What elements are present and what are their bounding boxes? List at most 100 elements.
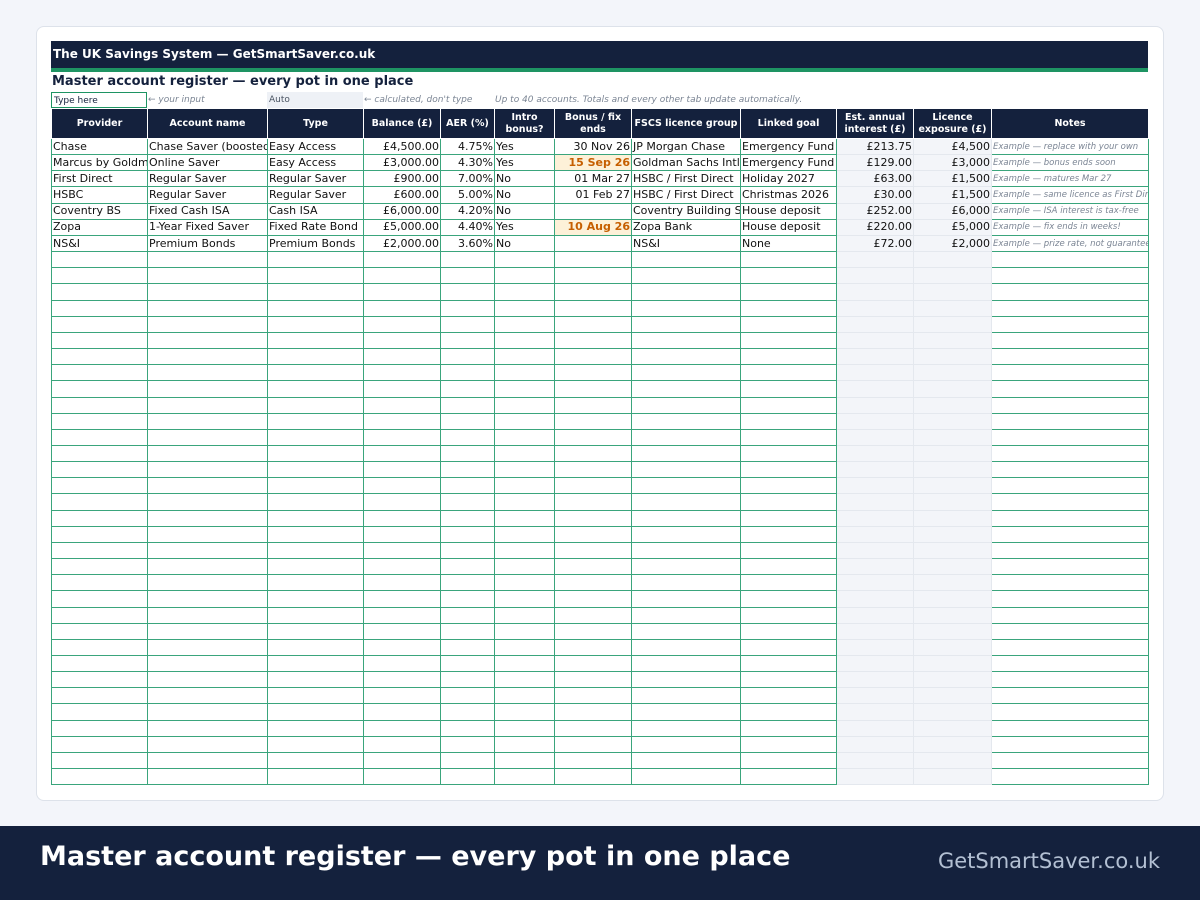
cell-interest[interactable] (836, 364, 914, 382)
cell-fscs[interactable] (631, 606, 741, 624)
cell-exposure[interactable]: £1,500 (913, 186, 992, 204)
cell-interest[interactable]: £30.00 (836, 186, 914, 204)
cell-notes[interactable] (991, 541, 1149, 560)
cell-account[interactable] (147, 315, 268, 333)
cell-type[interactable] (267, 315, 364, 333)
cell-balance[interactable] (363, 687, 441, 705)
cell-exposure[interactable] (913, 735, 992, 753)
cell-exposure[interactable] (913, 380, 992, 398)
cell-fscs[interactable] (631, 331, 741, 350)
cell-balance[interactable] (363, 251, 441, 269)
column-header[interactable]: Est. annual interest (£) (836, 108, 914, 139)
cell-ends[interactable] (554, 622, 632, 640)
cell-goal[interactable] (740, 638, 837, 657)
cell-exposure[interactable] (913, 412, 992, 430)
cell-exposure[interactable] (913, 687, 992, 705)
column-header[interactable]: Balance (£) (363, 108, 441, 139)
cell-aer[interactable] (440, 735, 495, 753)
cell-fscs[interactable] (631, 558, 741, 576)
cell-ends[interactable] (554, 590, 632, 608)
cell-goal[interactable] (740, 348, 837, 366)
cell-balance[interactable] (363, 719, 441, 737)
cell-account[interactable] (147, 703, 268, 721)
cell-balance[interactable] (363, 299, 441, 317)
cell-type[interactable] (267, 768, 364, 786)
cell-type[interactable] (267, 493, 364, 511)
cell-ends[interactable] (554, 380, 632, 398)
cell-account[interactable] (147, 671, 268, 689)
cell-fscs[interactable]: Zopa Bank (631, 218, 741, 236)
cell-goal[interactable] (740, 428, 837, 446)
cell-account[interactable] (147, 461, 268, 479)
cell-fscs[interactable] (631, 267, 741, 285)
cell-fscs[interactable]: JP Morgan Chase (631, 137, 741, 156)
cell-type[interactable] (267, 461, 364, 479)
cell-ends[interactable] (554, 541, 632, 560)
cell-notes[interactable] (991, 735, 1149, 753)
cell-exposure[interactable]: £2,000 (913, 234, 992, 253)
cell-balance[interactable] (363, 558, 441, 576)
cell-type[interactable] (267, 412, 364, 430)
cell-bonus[interactable] (494, 768, 555, 786)
cell-bonus[interactable] (494, 703, 555, 721)
cell-account[interactable] (147, 751, 268, 770)
cell-fscs[interactable] (631, 751, 741, 770)
cell-exposure[interactable] (913, 315, 992, 333)
cell-aer[interactable]: 7.00% (440, 170, 495, 188)
cell-fscs[interactable] (631, 638, 741, 657)
cell-interest[interactable] (836, 380, 914, 398)
cell-fscs[interactable] (631, 299, 741, 317)
cell-fscs[interactable] (631, 461, 741, 479)
cell-interest[interactable] (836, 703, 914, 721)
cell-provider[interactable] (51, 622, 148, 640)
cell-ends[interactable] (554, 251, 632, 269)
column-header[interactable]: Intro bonus? (494, 108, 555, 139)
cell-account[interactable] (147, 768, 268, 786)
cell-bonus[interactable] (494, 751, 555, 770)
cell-ends[interactable] (554, 315, 632, 333)
cell-notes[interactable] (991, 348, 1149, 366)
cell-exposure[interactable] (913, 525, 992, 543)
cell-interest[interactable] (836, 428, 914, 446)
cell-balance[interactable] (363, 751, 441, 770)
cell-account[interactable] (147, 251, 268, 269)
cell-notes[interactable] (991, 444, 1149, 463)
cell-aer[interactable] (440, 638, 495, 657)
cell-notes[interactable] (991, 428, 1149, 446)
cell-bonus[interactable] (494, 654, 555, 673)
cell-provider[interactable] (51, 638, 148, 657)
cell-ends[interactable] (554, 654, 632, 673)
cell-balance[interactable] (363, 509, 441, 527)
cell-type[interactable]: Regular Saver (267, 186, 364, 204)
cell-provider[interactable] (51, 606, 148, 624)
cell-account[interactable] (147, 283, 268, 301)
cell-bonus[interactable] (494, 477, 555, 495)
cell-fscs[interactable] (631, 251, 741, 269)
cell-type[interactable] (267, 606, 364, 624)
column-header[interactable]: Type (267, 108, 364, 139)
cell-interest[interactable] (836, 541, 914, 560)
column-header[interactable]: Bonus / fix ends (554, 108, 632, 139)
cell-type[interactable] (267, 654, 364, 673)
cell-provider[interactable]: HSBC (51, 186, 148, 204)
cell-balance[interactable] (363, 461, 441, 479)
cell-fscs[interactable] (631, 315, 741, 333)
cell-account[interactable]: Premium Bonds (147, 234, 268, 253)
cell-account[interactable] (147, 509, 268, 527)
cell-goal[interactable] (740, 719, 837, 737)
cell-provider[interactable] (51, 364, 148, 382)
cell-balance[interactable] (363, 541, 441, 560)
cell-ends[interactable] (554, 477, 632, 495)
cell-notes[interactable] (991, 412, 1149, 430)
cell-account[interactable] (147, 348, 268, 366)
cell-balance[interactable]: £4,500.00 (363, 137, 441, 156)
cell-type[interactable]: Regular Saver (267, 170, 364, 188)
cell-exposure[interactable] (913, 396, 992, 414)
cell-provider[interactable]: Zopa (51, 218, 148, 236)
cell-notes[interactable] (991, 364, 1149, 382)
cell-ends[interactable]: 01 Mar 27 (554, 170, 632, 188)
cell-goal[interactable] (740, 622, 837, 640)
cell-aer[interactable] (440, 622, 495, 640)
cell-account[interactable]: Online Saver (147, 154, 268, 172)
cell-balance[interactable] (363, 380, 441, 398)
